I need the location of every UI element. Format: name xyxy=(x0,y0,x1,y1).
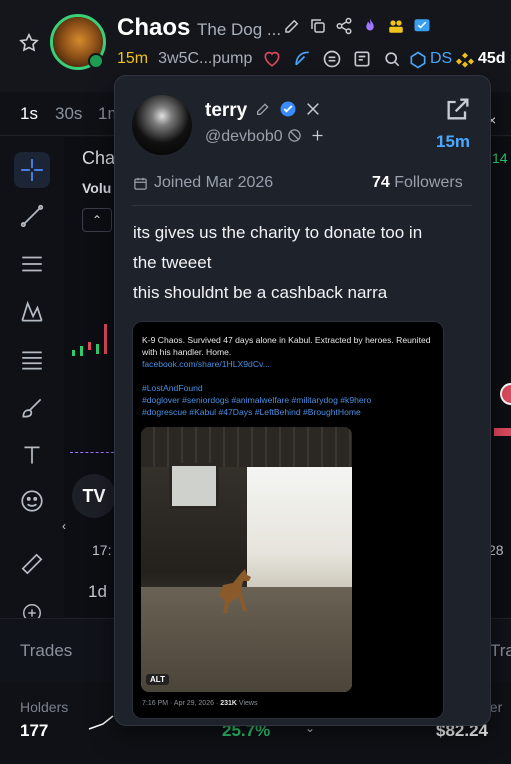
timeframe-1s[interactable]: 1s xyxy=(20,104,38,124)
price-line xyxy=(70,452,114,453)
tab-trades[interactable]: Trades xyxy=(20,641,72,661)
tab-trades-2[interactable]: Tra xyxy=(490,641,511,661)
binance-icon xyxy=(456,52,474,68)
profile-avatar[interactable] xyxy=(132,95,192,155)
embed-meta-views-label: Views xyxy=(236,700,258,707)
edit-icon[interactable] xyxy=(255,101,271,117)
market-cap-partial: 45d xyxy=(478,50,506,67)
time-axis-label-left: 17: xyxy=(92,542,112,558)
tweet-text: its gives us the charity to donate too i… xyxy=(133,218,473,308)
profile-age: 15m xyxy=(436,132,471,151)
token-subtitle: The Dog ... xyxy=(197,20,282,39)
range-1d[interactable]: 1d xyxy=(88,582,107,602)
tweet-line: its gives us the charity to donate too i… xyxy=(133,223,423,242)
embed-meta-time: 7:16 PM · Apr 29, 2026 · xyxy=(142,700,221,707)
holders-value: 177 xyxy=(20,721,49,740)
alt-badge[interactable]: ALT xyxy=(146,674,169,685)
no-mention-icon xyxy=(288,129,301,142)
timeframe-30s[interactable]: 30s xyxy=(55,104,82,124)
followers-label: Followers xyxy=(394,174,463,191)
external-link-icon[interactable] xyxy=(444,95,472,123)
users-icon[interactable] xyxy=(387,17,405,35)
holders-label: Holders xyxy=(20,699,69,715)
lines-tool-icon[interactable] xyxy=(14,246,50,282)
ds-label[interactable]: DS xyxy=(430,50,452,68)
embed-hashtags-1[interactable]: #LostAndFound xyxy=(142,382,432,394)
candles-mini xyxy=(72,324,107,356)
joined-text: Joined Mar 2026 xyxy=(154,174,274,191)
calendar-icon xyxy=(134,177,147,190)
profile-name[interactable]: terry xyxy=(205,100,247,122)
emoji-tool-icon[interactable] xyxy=(14,483,50,519)
pattern-tool-icon[interactable] xyxy=(14,294,50,330)
tradingview-logo[interactable]: TV xyxy=(72,474,116,518)
embed-meta-views: 231K xyxy=(220,700,237,707)
chat-icon[interactable] xyxy=(413,17,431,35)
token-badge-icon xyxy=(88,53,104,69)
dex-icon[interactable] xyxy=(408,50,428,70)
chevron-left-icon[interactable]: ‹ xyxy=(62,519,66,533)
embed-hashtags-2[interactable]: #doglover #seniordogs #animalwelfare #mi… xyxy=(142,394,432,406)
price-change-partial: 14 xyxy=(492,150,508,166)
fib-tool-icon[interactable] xyxy=(14,342,50,378)
notes-icon[interactable] xyxy=(352,49,372,69)
token-address[interactable]: 3w5C...pump xyxy=(158,50,252,68)
embed-text-block: K-9 Chaos. Survived 47 days alone in Kab… xyxy=(142,334,432,418)
feather-icon[interactable] xyxy=(292,49,312,69)
brush-tool-icon[interactable] xyxy=(14,390,50,426)
tweet-line: this shouldnt be a cashback narra xyxy=(133,283,388,302)
star-icon[interactable] xyxy=(18,32,40,54)
verified-badge-icon xyxy=(280,101,296,117)
ruler-tool-icon[interactable] xyxy=(14,546,50,582)
holders-sparkline xyxy=(88,715,114,730)
followers-count: 74 Followers xyxy=(372,174,463,192)
collapse-button[interactable]: ⌃ xyxy=(82,208,112,232)
menu-circle-icon[interactable] xyxy=(322,49,342,69)
x-logo-icon[interactable] xyxy=(305,101,321,117)
joined-date: Joined Mar 2026 xyxy=(133,174,273,192)
edit-icon[interactable] xyxy=(283,17,301,35)
candle-right xyxy=(494,428,511,436)
crosshair-tool-icon[interactable] xyxy=(14,152,50,188)
embed-link[interactable]: facebook.com/share/1HLX9dCv... xyxy=(142,358,432,370)
copy-icon[interactable] xyxy=(309,17,327,35)
hangar-photo[interactable] xyxy=(141,427,352,692)
embed-meta: 7:16 PM · Apr 29, 2026 · 231K Views xyxy=(142,700,257,707)
text-tool-icon[interactable] xyxy=(14,437,50,473)
profile-handle[interactable]: @devbob0 xyxy=(205,128,283,146)
follow-plus-icon[interactable] xyxy=(310,128,325,143)
heart-icon[interactable] xyxy=(262,49,282,69)
token-age: 15m xyxy=(117,50,149,67)
dog-silhouette xyxy=(219,569,251,613)
chart-title: Cha xyxy=(82,148,116,168)
embed-body: K-9 Chaos. Survived 47 days alone in Kab… xyxy=(142,335,431,357)
share-icon[interactable] xyxy=(335,17,353,35)
card-divider xyxy=(132,205,472,206)
volume-label: Volu xyxy=(82,180,112,196)
token-name: Chaos xyxy=(117,14,191,41)
tweet-line: the tweeet xyxy=(133,253,212,272)
embed-hashtags-3[interactable]: #dogrescue #Kabul #47Days #LeftBehind #B… xyxy=(142,406,432,418)
followers-number: 74 xyxy=(372,174,390,191)
fire-icon[interactable] xyxy=(361,17,379,35)
trendline-tool-icon[interactable] xyxy=(14,198,50,234)
search-icon[interactable] xyxy=(382,49,402,69)
